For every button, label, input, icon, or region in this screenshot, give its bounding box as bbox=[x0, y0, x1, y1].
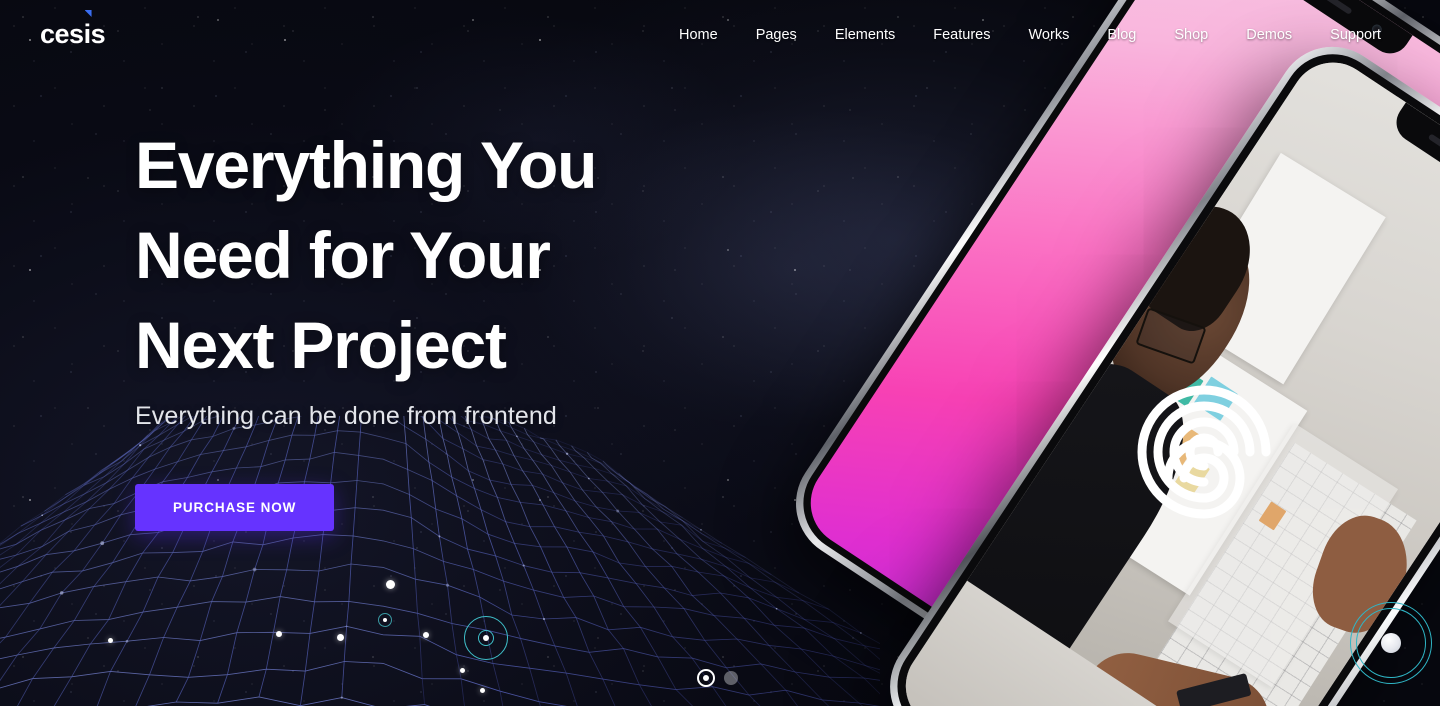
device-mockups bbox=[760, 0, 1440, 706]
nav-item-works[interactable]: Works bbox=[1010, 0, 1089, 70]
hero-title-line-3: Next Project bbox=[135, 308, 507, 382]
terrain-dot bbox=[423, 632, 429, 638]
site-header: ces is Home Pages Elements Features Works… bbox=[0, 0, 1440, 70]
terrain-ring-marker bbox=[464, 616, 508, 660]
nav-item-home[interactable]: Home bbox=[660, 0, 737, 70]
main-navigation: Home Pages Elements Features Works Blog … bbox=[660, 0, 1400, 70]
nav-item-blog[interactable]: Blog bbox=[1088, 0, 1155, 70]
terrain-dot bbox=[460, 668, 465, 673]
hero-title-line-2: Need for Your bbox=[135, 218, 551, 292]
phone-notch bbox=[1388, 102, 1440, 216]
site-logo[interactable]: ces is bbox=[40, 10, 106, 49]
logo-text-part-2: s bbox=[90, 19, 106, 49]
cursor-ring-indicator[interactable] bbox=[1350, 602, 1432, 684]
logo-accent-dot-icon bbox=[84, 10, 92, 17]
terrain-dot bbox=[108, 638, 113, 643]
slider-dot-1[interactable] bbox=[697, 669, 715, 687]
back-phone-mockup bbox=[774, 0, 1440, 706]
logo-i-glyph: i bbox=[84, 10, 92, 48]
terrain-dot bbox=[386, 580, 395, 589]
purchase-now-button[interactable]: PURCHASE NOW bbox=[135, 484, 335, 531]
slider-pagination bbox=[697, 669, 738, 687]
nav-item-features[interactable]: Features bbox=[914, 0, 1009, 70]
logo-text-part-1: ces bbox=[40, 19, 84, 49]
hero-copy-block: Everything You Need for Your Next Projec… bbox=[135, 120, 775, 531]
terrain-dot bbox=[276, 631, 282, 637]
nav-item-shop[interactable]: Shop bbox=[1155, 0, 1227, 70]
terrain-dot bbox=[480, 688, 485, 693]
hero-title-line-1: Everything You bbox=[135, 128, 597, 202]
nav-item-demos[interactable]: Demos bbox=[1227, 0, 1311, 70]
hero-section: ces is Home Pages Elements Features Works… bbox=[0, 0, 1440, 706]
slider-dot-2[interactable] bbox=[724, 671, 738, 685]
hero-subtitle: Everything can be done from frontend bbox=[135, 402, 557, 430]
nav-item-pages[interactable]: Pages bbox=[737, 0, 816, 70]
nav-item-elements[interactable]: Elements bbox=[816, 0, 914, 70]
terrain-dot bbox=[337, 634, 344, 641]
nav-item-support[interactable]: Support bbox=[1311, 0, 1400, 70]
spiral-c-logo-watermark bbox=[1137, 385, 1271, 519]
page-title: Everything You Need for Your Next Projec… bbox=[135, 120, 775, 390]
terrain-small-ring-marker bbox=[378, 613, 392, 627]
